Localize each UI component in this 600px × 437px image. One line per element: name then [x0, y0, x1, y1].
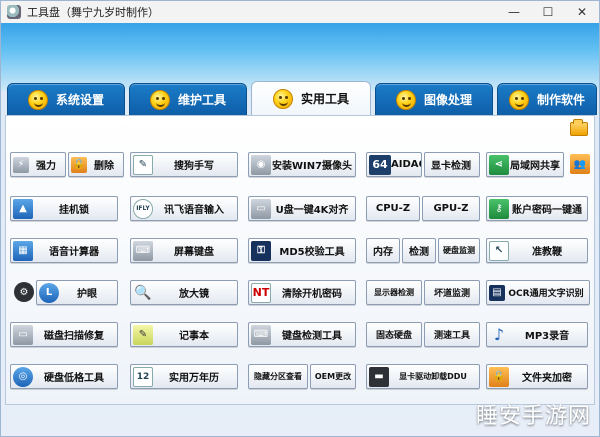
tab-system-settings[interactable]: 系统设置 — [7, 83, 125, 115]
hang-lock-button[interactable]: ▲ 挂机锁 — [10, 196, 118, 221]
minimize-button[interactable]: — — [497, 1, 531, 23]
calendar-icon: 12 — [133, 366, 153, 387]
hidden-partition-button[interactable]: 隐藏分区查看 — [248, 364, 308, 389]
screen-keyboard-button[interactable]: ⌨ 屏幕键盘 — [130, 238, 238, 263]
keyboard-test-button[interactable]: ⌨ 键盘检测工具 — [248, 322, 356, 347]
ddu-icon: ▬ — [369, 366, 389, 387]
ifly-voice-input-button[interactable]: IFLY 讯飞语音输入 — [130, 196, 238, 221]
app-window: 工具盘（舞宁九岁时制作） — ☐ ✕ 系统设置 维护工具 实用工具 图像处理 制… — [0, 0, 600, 437]
account-password-button[interactable]: ⚷ 账户密码一键通 — [486, 196, 588, 221]
detect-button[interactable]: 检测 — [402, 238, 436, 263]
install-win7-camera-button[interactable]: ◉ 安装WIN7摄像头 — [248, 152, 356, 177]
ddu-button[interactable]: ▬ 显卡驱动卸载DDU — [366, 364, 480, 389]
smiley-surprised-icon — [508, 89, 529, 110]
ssd-button[interactable]: 固态硬盘 — [366, 322, 422, 347]
tab-utility-tools[interactable]: 实用工具 — [251, 81, 371, 115]
memory-button[interactable]: 内存 — [366, 238, 400, 263]
gpu-detect-button[interactable]: 显卡检测 — [424, 152, 480, 177]
sogou-handwriting-button[interactable]: ✎ 搜狗手写 — [130, 152, 238, 177]
tab-label: 制作软件 — [536, 93, 585, 107]
app-icon — [7, 5, 21, 19]
folder-encrypt-button[interactable]: 🔒 文件夹加密 — [486, 364, 588, 389]
calendar-button[interactable]: 12 实用万年历 — [130, 364, 238, 389]
disk-scan-repair-button[interactable]: ▭ 磁盘扫描修复 — [10, 322, 118, 347]
keyboard-test-icon: ⌨ — [251, 324, 271, 345]
watermark: 睡安手游网 — [475, 404, 591, 429]
aida64-icon: 64 — [369, 154, 391, 175]
disk-low-format-button[interactable]: ◎ 硬盘低格工具 — [10, 364, 118, 389]
magnifier-button[interactable]: 🔍 放大镜 — [130, 280, 238, 305]
lock-screen-icon: ▲ — [13, 198, 33, 219]
l-icon: L — [39, 282, 59, 303]
tab-label: 图像处理 — [423, 93, 472, 107]
smiley-icon — [27, 89, 48, 110]
tools-panel: ⚡ 强力 🔒 删除 ✎ 搜狗手写 ◉ 安装WIN7摄像头 64 AIDA64 显… — [5, 115, 595, 405]
folder-icon[interactable] — [570, 119, 588, 136]
tab-maintenance-tools[interactable]: 维护工具 — [129, 83, 247, 115]
md5-key-icon: ⚿ — [251, 240, 271, 261]
music-note-icon: ♪ — [493, 325, 505, 344]
smiley-tongue-icon — [149, 89, 170, 110]
oem-change-button[interactable]: OEM更改 — [310, 364, 356, 389]
tab-label: 系统设置 — [55, 93, 104, 107]
folder-lock-icon: 🔒 — [489, 366, 509, 387]
speed-test-button[interactable]: 测速工具 — [424, 322, 480, 347]
notepad-icon: ✎ — [133, 324, 153, 345]
disk-format-icon: ◎ — [13, 366, 33, 387]
pointer-icon: ↖ — [489, 240, 509, 261]
share-icon: ⋖ — [489, 154, 509, 175]
tab-image-processing[interactable]: 图像处理 — [375, 83, 493, 115]
bad-sector-monitor-button[interactable]: 坏道监测 — [424, 280, 480, 305]
window-title: 工具盘（舞宁九岁时制作） — [27, 6, 159, 19]
usb-4k-align-button[interactable]: ▭ U盘一键4K对齐 — [248, 196, 356, 221]
title-bar: 工具盘（舞宁九岁时制作） — ☐ ✕ — [1, 1, 599, 23]
lightning-icon: ⚡ — [13, 156, 29, 173]
ifly-icon: IFLY — [133, 198, 153, 219]
delete-button[interactable]: 🔒 删除 — [68, 152, 124, 177]
maximize-button[interactable]: ☐ — [531, 1, 565, 23]
monitor-test-button[interactable]: 显示器检测 — [366, 280, 422, 305]
eye-protect-button[interactable]: L 护眼 — [36, 280, 118, 305]
webcam-icon: ◉ — [251, 154, 271, 175]
voice-calculator-button[interactable]: ▦ 语音计算器 — [10, 238, 118, 263]
cpu-z-button[interactable]: CPU-Z — [366, 196, 420, 221]
notepad-button[interactable]: ✎ 记事本 — [130, 322, 238, 347]
aida64-button[interactable]: 64 AIDA64 — [366, 152, 422, 177]
clear-boot-password-button[interactable]: NT 清除开机密码 — [248, 280, 356, 305]
keyboard-icon: ⌨ — [133, 240, 153, 261]
ocr-button[interactable]: ▤ OCR通用文字识别 — [486, 280, 590, 305]
magnifier-icon: 🔍 — [134, 284, 152, 301]
tab-label: 维护工具 — [177, 93, 226, 107]
pointer-button[interactable]: ↖ 准教鞭 — [486, 238, 588, 263]
users-icon[interactable]: 👥 — [570, 154, 590, 174]
smiley-icon — [272, 88, 293, 109]
calculator-icon: ▦ — [13, 240, 33, 261]
smiley-icon — [395, 89, 416, 110]
usb-drive-icon: ▭ — [251, 198, 271, 219]
force-button[interactable]: ⚡ 强力 — [10, 152, 66, 177]
ocr-icon: ▤ — [489, 284, 505, 301]
lock-icon: 🔒 — [71, 156, 87, 173]
pen-icon: ✎ — [133, 154, 153, 175]
md5-check-button[interactable]: ⚿ MD5校验工具 — [248, 238, 356, 263]
gpu-z-button[interactable]: GPU-Z — [422, 196, 480, 221]
eye-protect-gear-icon[interactable]: ⚙ — [14, 282, 34, 302]
disk-icon: ▭ — [13, 324, 33, 345]
lan-share-button[interactable]: ⋖ 局域网共享 — [486, 152, 564, 177]
tab-make-software[interactable]: 制作软件 — [497, 83, 597, 115]
close-button[interactable]: ✕ — [565, 1, 599, 23]
tab-bar: 系统设置 维护工具 实用工具 图像处理 制作软件 — [5, 81, 597, 115]
disk-monitor-button[interactable]: 硬盘监测 — [438, 238, 480, 263]
mp3-record-button[interactable]: ♪ MP3录音 — [486, 322, 588, 347]
key-icon: ⚷ — [489, 198, 509, 219]
tab-label: 实用工具 — [300, 92, 349, 106]
nt-icon: NT — [251, 282, 271, 303]
